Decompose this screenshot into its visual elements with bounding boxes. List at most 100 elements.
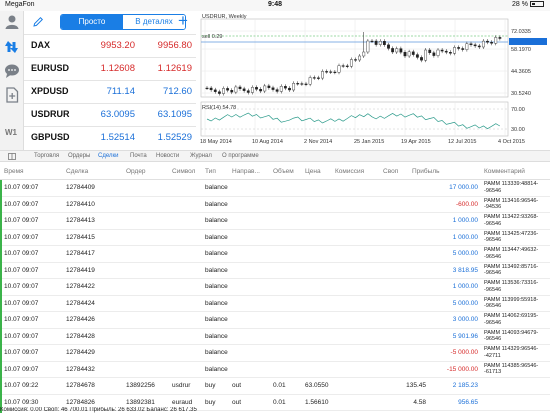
cell-deal: 12784826 xyxy=(66,398,95,406)
table-row[interactable]: 10.07 09:07 12784419 balance 3 818.95 PAMM 1… xyxy=(0,263,550,279)
candle-body xyxy=(403,52,407,57)
table-row[interactable]: 10.07 09:07 12784409 balance 17 000.00 PAMM … xyxy=(0,180,550,197)
chat-icon[interactable] xyxy=(4,63,20,79)
table-row[interactable]: 10.07 09:07 12784417 balance 5 000.00 PAMM 1… xyxy=(0,246,550,263)
table-row[interactable]: 10.07 09:07 12784428 balance 5 901.96 PAMM 1… xyxy=(0,329,550,345)
tab-item[interactable]: Торговля xyxy=(34,153,59,159)
column-header[interactable]: Объем xyxy=(273,168,294,175)
cell-profit: 3 000.00 xyxy=(452,316,478,323)
cell-profit: -600.00 xyxy=(455,200,478,208)
quote-row[interactable]: USDRUR 63.0095 63.1095 xyxy=(24,103,196,125)
quote-row[interactable]: XPDUSD 711.14 712.60 xyxy=(24,80,196,102)
cell-deal: 12784429 xyxy=(66,349,95,356)
table-row[interactable]: 10.07 09:22 12784678 13892256 usdrur buy out 0… xyxy=(0,378,550,395)
candle-body xyxy=(457,47,461,49)
tab-item[interactable]: Новости xyxy=(156,153,179,159)
candle-body xyxy=(321,71,324,79)
left-rail: W1 xyxy=(0,11,24,161)
cell-type: balance xyxy=(205,316,228,323)
table-row[interactable]: 10.07 09:07 12784422 balance 1 000.00 PAMM 1… xyxy=(0,279,550,296)
cell-time: 10.07 09:07 xyxy=(4,266,39,274)
cell-price: 63.0550 xyxy=(305,382,329,389)
quote-ask: 63.1095 xyxy=(157,109,192,120)
candle-body xyxy=(292,83,296,91)
cell-time: 10.07 09:30 xyxy=(4,398,39,406)
quote-bid: 63.0095 xyxy=(100,109,135,120)
candle-body xyxy=(448,52,452,54)
table-row[interactable]: 10.07 09:07 12784429 balance -5 000.00 PAMM … xyxy=(0,345,550,362)
quote-row[interactable]: GBPUSD 1.52514 1.52529 xyxy=(24,126,196,148)
candle-body xyxy=(428,49,432,53)
table-row[interactable]: 10.07 09:07 12784410 balance -600.00 PAMM 11… xyxy=(0,197,550,213)
candle-body xyxy=(436,49,440,56)
table-row[interactable]: 10.07 09:07 12784415 balance 1 000.00 PAMM 1… xyxy=(0,230,550,246)
tab-item[interactable]: Ордеры xyxy=(68,153,90,159)
table-row[interactable]: 10.07 09:07 12784424 balance 5 000.00 PAMM 1… xyxy=(0,296,550,312)
mode-simple-button[interactable]: Просто xyxy=(61,15,123,29)
new-document-icon[interactable] xyxy=(4,87,20,103)
status-bar: MegaFon 9:48 28 % xyxy=(0,0,550,11)
column-header[interactable]: Цена xyxy=(305,168,321,175)
cell-time: 10.07 09:07 xyxy=(4,217,39,224)
table-row[interactable]: 10.07 09:07 12784426 balance 3 000.00 PAMM 1… xyxy=(0,312,550,329)
cell-type: buy xyxy=(205,382,216,389)
cell-deal: 12784432 xyxy=(66,365,95,373)
cell-time: 10.07 09:07 xyxy=(4,365,39,373)
chart-canvas[interactable]: 72.033563.009558.197044.360530.524070.00… xyxy=(198,11,550,150)
timeframe-label[interactable]: W1 xyxy=(5,128,17,137)
candle-body xyxy=(399,48,403,53)
cell-comment: PAMM 113339:48814--96546 xyxy=(484,181,539,194)
column-header[interactable]: Ордер xyxy=(126,168,146,175)
column-header[interactable]: Сделка xyxy=(66,168,88,175)
date-tick-label: 12 Jul 2015 xyxy=(448,139,476,145)
column-header[interactable]: Прибыль xyxy=(412,168,440,175)
candle-body xyxy=(325,71,329,73)
quote-row[interactable]: EURUSD 1.12608 1.12619 xyxy=(24,57,196,79)
cell-dir: out xyxy=(232,382,242,389)
column-header[interactable]: Тип xyxy=(205,168,216,175)
candle-body xyxy=(333,71,337,74)
candle-body xyxy=(481,40,485,48)
rsi-plot-frame xyxy=(200,101,509,137)
cell-type: balance xyxy=(205,184,228,191)
table-row[interactable]: 10.07 09:07 12784432 balance -15 000.00 PAMM… xyxy=(0,362,550,378)
quote-row[interactable]: DAX 9953.20 9956.80 xyxy=(24,34,196,56)
cell-profit: -15 000.00 xyxy=(446,365,478,373)
column-header[interactable]: Направ... xyxy=(232,168,260,175)
cell-comment: PAMM 113999:55918--96546 xyxy=(484,296,539,310)
quote-bid: 1.12608 xyxy=(100,63,135,74)
candle-body xyxy=(395,48,399,53)
column-header[interactable]: Комиссия xyxy=(335,168,364,175)
candle-body xyxy=(494,37,498,44)
cell-type: balance xyxy=(205,283,228,290)
book-icon[interactable] xyxy=(8,153,16,160)
cell-time: 10.07 09:07 xyxy=(4,283,39,290)
candle-body xyxy=(424,49,428,61)
tab-item[interactable]: О программе xyxy=(222,153,259,159)
quote-bid: 1.52514 xyxy=(100,132,135,143)
candle-body xyxy=(411,51,415,55)
candle-body xyxy=(255,87,258,90)
tab-item[interactable]: Журнал xyxy=(190,153,212,159)
column-header[interactable]: Своп xyxy=(383,168,398,175)
cell-comment: PAMM 114385:96546--61713 xyxy=(484,362,539,376)
cell-type: balance xyxy=(205,365,228,373)
quote-symbol: XPDUSD xyxy=(31,86,69,96)
candle-body xyxy=(275,89,279,92)
column-header[interactable]: Время xyxy=(4,168,24,175)
cell-time: 10.07 09:07 xyxy=(4,250,39,257)
cell-deal: 12784428 xyxy=(66,332,95,340)
add-symbol-button[interactable]: + xyxy=(174,12,192,31)
tab-item[interactable]: Почта xyxy=(130,153,147,159)
table-row[interactable]: 10.07 09:07 12784413 balance 1 000.00 PAMM 1… xyxy=(0,213,550,230)
tab-item[interactable]: Сделки xyxy=(98,153,118,159)
column-header[interactable]: Символ xyxy=(172,168,195,175)
user-icon[interactable] xyxy=(4,14,20,30)
cell-swap: 4.58 xyxy=(413,398,426,406)
cell-profit: 17 000.00 xyxy=(449,184,478,191)
price-chart[interactable]: 72.033563.009558.197044.360530.524070.00… xyxy=(198,11,550,150)
column-header[interactable]: Комментарий xyxy=(484,168,525,175)
quotes-arrows-icon[interactable] xyxy=(4,39,20,55)
cell-time: 10.07 09:07 xyxy=(4,349,39,356)
pencil-icon[interactable] xyxy=(32,16,44,28)
